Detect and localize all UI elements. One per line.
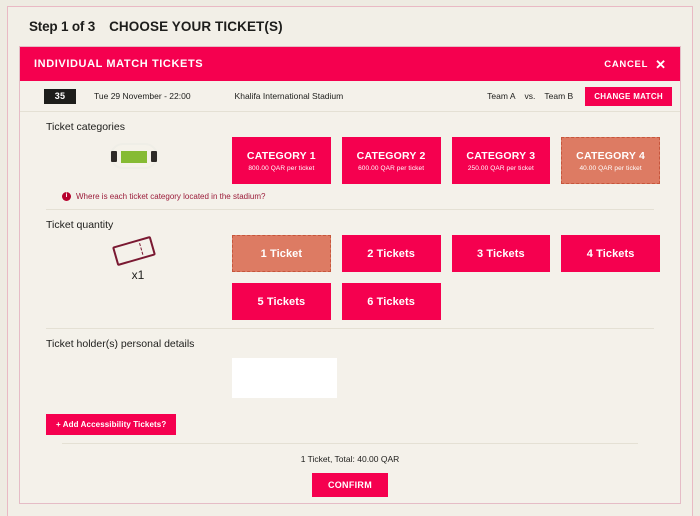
confirm-button[interactable]: CONFIRM (311, 473, 389, 497)
ticket-quantity-tile[interactable]: 2 Tickets (341, 235, 441, 272)
cancel-label: CANCEL (604, 58, 649, 70)
step-1-label: Step 1 of 3 (29, 19, 96, 34)
add-accessibility-tickets-button[interactable]: + Add Accessibility Tickets? (46, 414, 177, 435)
ticket-category-price: 600.00 QAR per ticket (358, 164, 425, 172)
step-1-title: CHOOSE YOUR TICKET(S) (109, 19, 283, 34)
ticket-category-name: CATEGORY 3 (466, 149, 536, 162)
match-summary-row: 35 Tue 29 November - 22:00 Khalifa Inter… (20, 81, 680, 112)
panel-title: INDIVIDUAL MATCH TICKETS (34, 58, 204, 70)
ticket-category-grid: CATEGORY 1 800.00 QAR per ticket CATEGORY … (232, 137, 664, 184)
match-teams: Team A vs. Team B (487, 91, 573, 101)
ticket-quantity-section: Ticket quantity x1 1 Ticket 2 Tickets 3 Ti… (20, 210, 680, 329)
panel-header-bar: INDIVIDUAL MATCH TICKETS CANCEL ✕ (20, 47, 680, 81)
ticket-categories-title: Ticket categories (46, 121, 125, 133)
ticket-holder-input[interactable] (232, 358, 337, 398)
ticket-category-tile[interactable]: CATEGORY 2 600.00 QAR per ticket (341, 137, 441, 184)
ticket-category-name: CATEGORY 1 (246, 149, 316, 162)
match-number-badge: 35 (44, 88, 76, 104)
ticket-quantity-tile[interactable]: 5 Tickets (232, 283, 331, 320)
category-location-text: Where is each ticket category located in… (76, 192, 266, 201)
order-total: 1 Ticket, Total: 40.00 QAR (300, 454, 400, 464)
ticket-category-tile[interactable]: CATEGORY 4 40.00 QAR per ticket (561, 137, 660, 184)
divider (62, 443, 638, 444)
stadium-icon-column (36, 137, 232, 173)
cancel-button[interactable]: CANCEL ✕ (604, 58, 666, 71)
home-team: Team A (487, 91, 516, 101)
ticket-quantity-tile[interactable]: 4 Tickets (561, 235, 660, 272)
close-icon: ✕ (655, 56, 666, 72)
away-team: Team B (544, 91, 574, 101)
ticket-quantity-tile[interactable]: 3 Tickets (451, 235, 551, 272)
stadium-icon (103, 143, 165, 173)
step-1-card: Step 1 of 3 CHOOSE YOUR TICKET(S) INDIVI… (7, 6, 693, 516)
ticket-category-price: 800.00 QAR per ticket (248, 164, 315, 172)
step-1-header: Step 1 of 3 CHOOSE YOUR TICKET(S) (19, 17, 681, 46)
ticket-icon (112, 235, 156, 267)
ticket-category-price: 40.00 QAR per ticket (579, 164, 642, 172)
ticket-quantity-title: Ticket quantity (46, 219, 114, 231)
ticket-category-name: CATEGORY 4 (576, 149, 646, 162)
match-datetime: Tue 29 November - 22:00 (94, 91, 191, 101)
ticket-multiplier: x1 (131, 268, 145, 282)
ticket-holder-section: Ticket holder(s) personal details + Add … (20, 329, 680, 503)
vs-label: vs. (524, 91, 536, 101)
info-icon: i (62, 192, 71, 201)
ticket-quantity-tile[interactable]: 6 Tickets (341, 283, 441, 320)
category-location-link[interactable]: i Where is each ticket category located … (62, 192, 664, 201)
match-venue: Khalifa International Stadium (234, 91, 344, 101)
ticket-category-tile[interactable]: CATEGORY 3 250.00 QAR per ticket (451, 137, 551, 184)
ticket-quantity-tile[interactable]: 1 Ticket (232, 235, 331, 272)
individual-match-tickets-panel: INDIVIDUAL MATCH TICKETS CANCEL ✕ 35 Tue… (19, 46, 681, 504)
ticket-holder-title: Ticket holder(s) personal details (46, 338, 195, 350)
ticket-icon-column: x1 (36, 235, 232, 282)
ticket-category-tile[interactable]: CATEGORY 1 800.00 QAR per ticket (232, 137, 331, 184)
change-match-button[interactable]: CHANGE MATCH (585, 86, 672, 106)
page-root: Step 1 of 3 CHOOSE YOUR TICKET(S) INDIVI… (0, 0, 700, 516)
ticket-categories-section: Ticket categories CATEGORY 1 800.00 QAR p… (20, 112, 680, 210)
ticket-quantity-grid: 1 Ticket 2 Tickets 3 Tickets 4 Tickets 5 Tic… (232, 235, 664, 320)
ticket-category-price: 250.00 QAR per ticket (467, 164, 534, 172)
ticket-category-name: CATEGORY 2 (356, 149, 426, 162)
